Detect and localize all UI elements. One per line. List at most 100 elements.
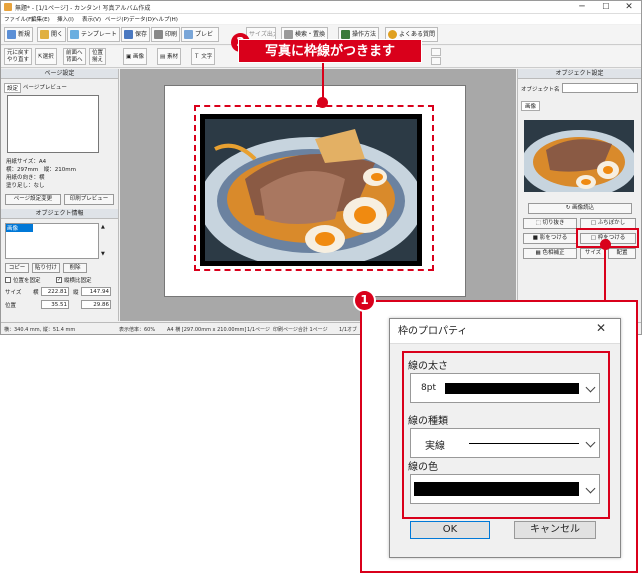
image-thumbnail bbox=[524, 120, 634, 192]
line-width-value: 8pt bbox=[421, 383, 436, 393]
folder-icon bbox=[40, 30, 49, 39]
zoom-out-button[interactable] bbox=[431, 57, 441, 65]
shadow-icon: ■ bbox=[532, 235, 540, 241]
tab-page-preview[interactable]: ページプレビュー bbox=[23, 83, 67, 91]
ok-button[interactable]: OK bbox=[410, 521, 490, 539]
ratio-fixed-checkbox[interactable]: ✓ bbox=[56, 277, 62, 283]
window-title: 無題* - [1/1ページ] - カンタン! 写真アルバム作成 bbox=[15, 5, 151, 12]
y-input[interactable]: 29.86 bbox=[81, 300, 111, 309]
order-button[interactable]: 前面へ 背面へ bbox=[63, 48, 86, 65]
line-color-select[interactable] bbox=[410, 474, 600, 504]
preview-icon bbox=[184, 30, 193, 39]
x-input[interactable]: 35.51 bbox=[41, 300, 69, 309]
color-correct-button[interactable]: ▦ 色相補正 bbox=[523, 248, 577, 259]
object-settings-header: オブジェクト設定 bbox=[518, 69, 641, 79]
menu-edit[interactable]: 編集(E) bbox=[31, 15, 50, 23]
status-page: 1/1ページ bbox=[247, 327, 270, 333]
status-coordinates: 横：340.4 mm, 縦：51.4 mm bbox=[4, 327, 76, 333]
page-preview-thumbnail bbox=[7, 95, 99, 153]
blur-icon: □ bbox=[590, 220, 598, 226]
ratio-fixed-label: 縦横比固定 bbox=[64, 278, 92, 284]
template-icon bbox=[70, 30, 79, 39]
image-insert-button[interactable]: ▣ 画像 bbox=[123, 48, 147, 65]
right-panel: オブジェクト設定 オブジェクト名 画像 ↻ 画像読込 ⬚ 切り抜き □ ふちぼか… bbox=[517, 69, 641, 321]
callout-2-line bbox=[322, 63, 324, 100]
object-info-header: オブジェクト情報 bbox=[1, 209, 118, 219]
print-button[interactable]: 印刷 bbox=[151, 27, 181, 42]
menu-file[interactable]: ファイル(F) bbox=[4, 15, 33, 23]
maximize-button[interactable]: ☐ bbox=[595, 1, 617, 13]
callout-number-1: 1 bbox=[355, 291, 374, 310]
line-color-label: 線の色 bbox=[408, 462, 438, 473]
callout-1-dot bbox=[600, 239, 611, 250]
tab-settings[interactable]: 設定 bbox=[4, 83, 22, 93]
undo-redo-button[interactable]: 元に戻す やり直す bbox=[4, 48, 33, 65]
tab-image[interactable]: 画像 bbox=[521, 101, 541, 111]
title-bar: 無題* - [1/1ページ] - カンタン! 写真アルバム作成 ─ ☐ ✕ bbox=[1, 1, 641, 14]
crop-button[interactable]: ⬚ 切り抜き bbox=[523, 218, 577, 229]
left-panel: ページ設定 設定 ページプレビュー 用紙サイズ：A4 横：297mm 縦：210… bbox=[1, 69, 119, 321]
bleed-text: 塗り足し：なし bbox=[6, 183, 45, 189]
shadow-button[interactable]: ■ 影をつける bbox=[523, 233, 577, 244]
material-button[interactable]: ▤ 素材 bbox=[157, 48, 181, 65]
size-label: サイズ bbox=[5, 290, 22, 296]
template-button[interactable]: テンプレート bbox=[67, 27, 120, 42]
menu-data[interactable]: データ(D) bbox=[129, 15, 154, 23]
object-list[interactable]: 画像 bbox=[5, 223, 99, 259]
select-button[interactable]: ⇱選択 bbox=[35, 48, 57, 65]
frame-properties-dialog: 枠のプロパティ ✕ 線の太さ 8pt 線の種類 実線 線の色 OK キャンセル bbox=[389, 318, 621, 558]
new-button[interactable]: 新規 bbox=[4, 27, 34, 42]
status-object: 1/1オブ bbox=[339, 327, 358, 333]
book-icon bbox=[341, 30, 350, 39]
callout-1-line bbox=[604, 241, 606, 301]
line-type-select[interactable]: 実線 bbox=[410, 428, 600, 458]
canvas-area bbox=[120, 69, 516, 321]
preview-button[interactable]: プレビ bbox=[181, 27, 219, 42]
chevron-down-icon bbox=[585, 382, 596, 393]
align-button[interactable]: 位置 揃え bbox=[89, 48, 107, 65]
selected-photo[interactable] bbox=[200, 114, 422, 266]
size-button[interactable]: サイズ bbox=[580, 248, 606, 259]
paste-button[interactable]: 貼り付け bbox=[32, 263, 60, 273]
list-up-icon[interactable]: ▲ bbox=[101, 224, 105, 230]
object-name-input[interactable] bbox=[562, 83, 638, 93]
load-image-button[interactable]: ↻ 画像読込 bbox=[528, 203, 632, 214]
menu-insert[interactable]: 挿入(I) bbox=[57, 15, 74, 23]
dialog-close-button[interactable]: ✕ bbox=[596, 321, 606, 335]
height-input[interactable]: 147.94 bbox=[81, 287, 111, 296]
new-doc-icon bbox=[7, 30, 16, 39]
printer-icon bbox=[154, 30, 163, 39]
save-button[interactable]: 保存 bbox=[121, 27, 151, 42]
line-type-sample bbox=[469, 443, 579, 444]
list-item[interactable]: 画像 bbox=[6, 224, 33, 232]
menu-help[interactable]: ヘルプ(H) bbox=[153, 15, 178, 23]
text-button[interactable]: Ｔ 文字 bbox=[191, 48, 216, 65]
menu-bar: ファイル(F) 編集(E) 挿入(I) 表示(V) ページ(P) データ(D) … bbox=[1, 14, 641, 24]
width-input[interactable]: 222.81 bbox=[41, 287, 69, 296]
ramen-photo bbox=[205, 119, 417, 261]
print-preview-button[interactable]: 印刷プレビュー bbox=[64, 194, 114, 205]
close-window-button[interactable]: ✕ bbox=[618, 1, 640, 13]
save-icon bbox=[124, 30, 133, 39]
paper-dims-text: 横：297mm 縦：210mm bbox=[6, 167, 76, 173]
position-fixed-label: 位置を固定 bbox=[13, 278, 41, 284]
paper-size-text: 用紙サイズ：A4 bbox=[6, 159, 47, 165]
position-label: 位置 bbox=[5, 303, 17, 309]
line-width-select[interactable]: 8pt bbox=[410, 373, 600, 403]
material-icon: ▤ bbox=[160, 54, 167, 60]
open-button[interactable]: 開く bbox=[37, 27, 67, 42]
arrange-button[interactable]: 配置 bbox=[608, 248, 636, 259]
orientation-text: 用紙の向き：横 bbox=[6, 175, 45, 181]
list-down-icon[interactable]: ▼ bbox=[101, 251, 105, 257]
menu-view[interactable]: 表示(V) bbox=[82, 15, 101, 23]
copy-button[interactable]: コピー bbox=[5, 263, 29, 273]
page-settings-change-button[interactable]: ページ設定変更 bbox=[5, 194, 61, 205]
cancel-button[interactable]: キャンセル bbox=[514, 521, 596, 539]
image-icon: ▣ bbox=[126, 54, 133, 60]
zoom-in-button[interactable] bbox=[431, 48, 441, 56]
minimize-button[interactable]: ─ bbox=[571, 1, 593, 13]
delete-button[interactable]: 削除 bbox=[63, 263, 87, 273]
callout-2-dot bbox=[317, 97, 328, 108]
menu-page[interactable]: ページ(P) bbox=[105, 15, 129, 23]
position-fixed-checkbox[interactable] bbox=[5, 277, 11, 283]
